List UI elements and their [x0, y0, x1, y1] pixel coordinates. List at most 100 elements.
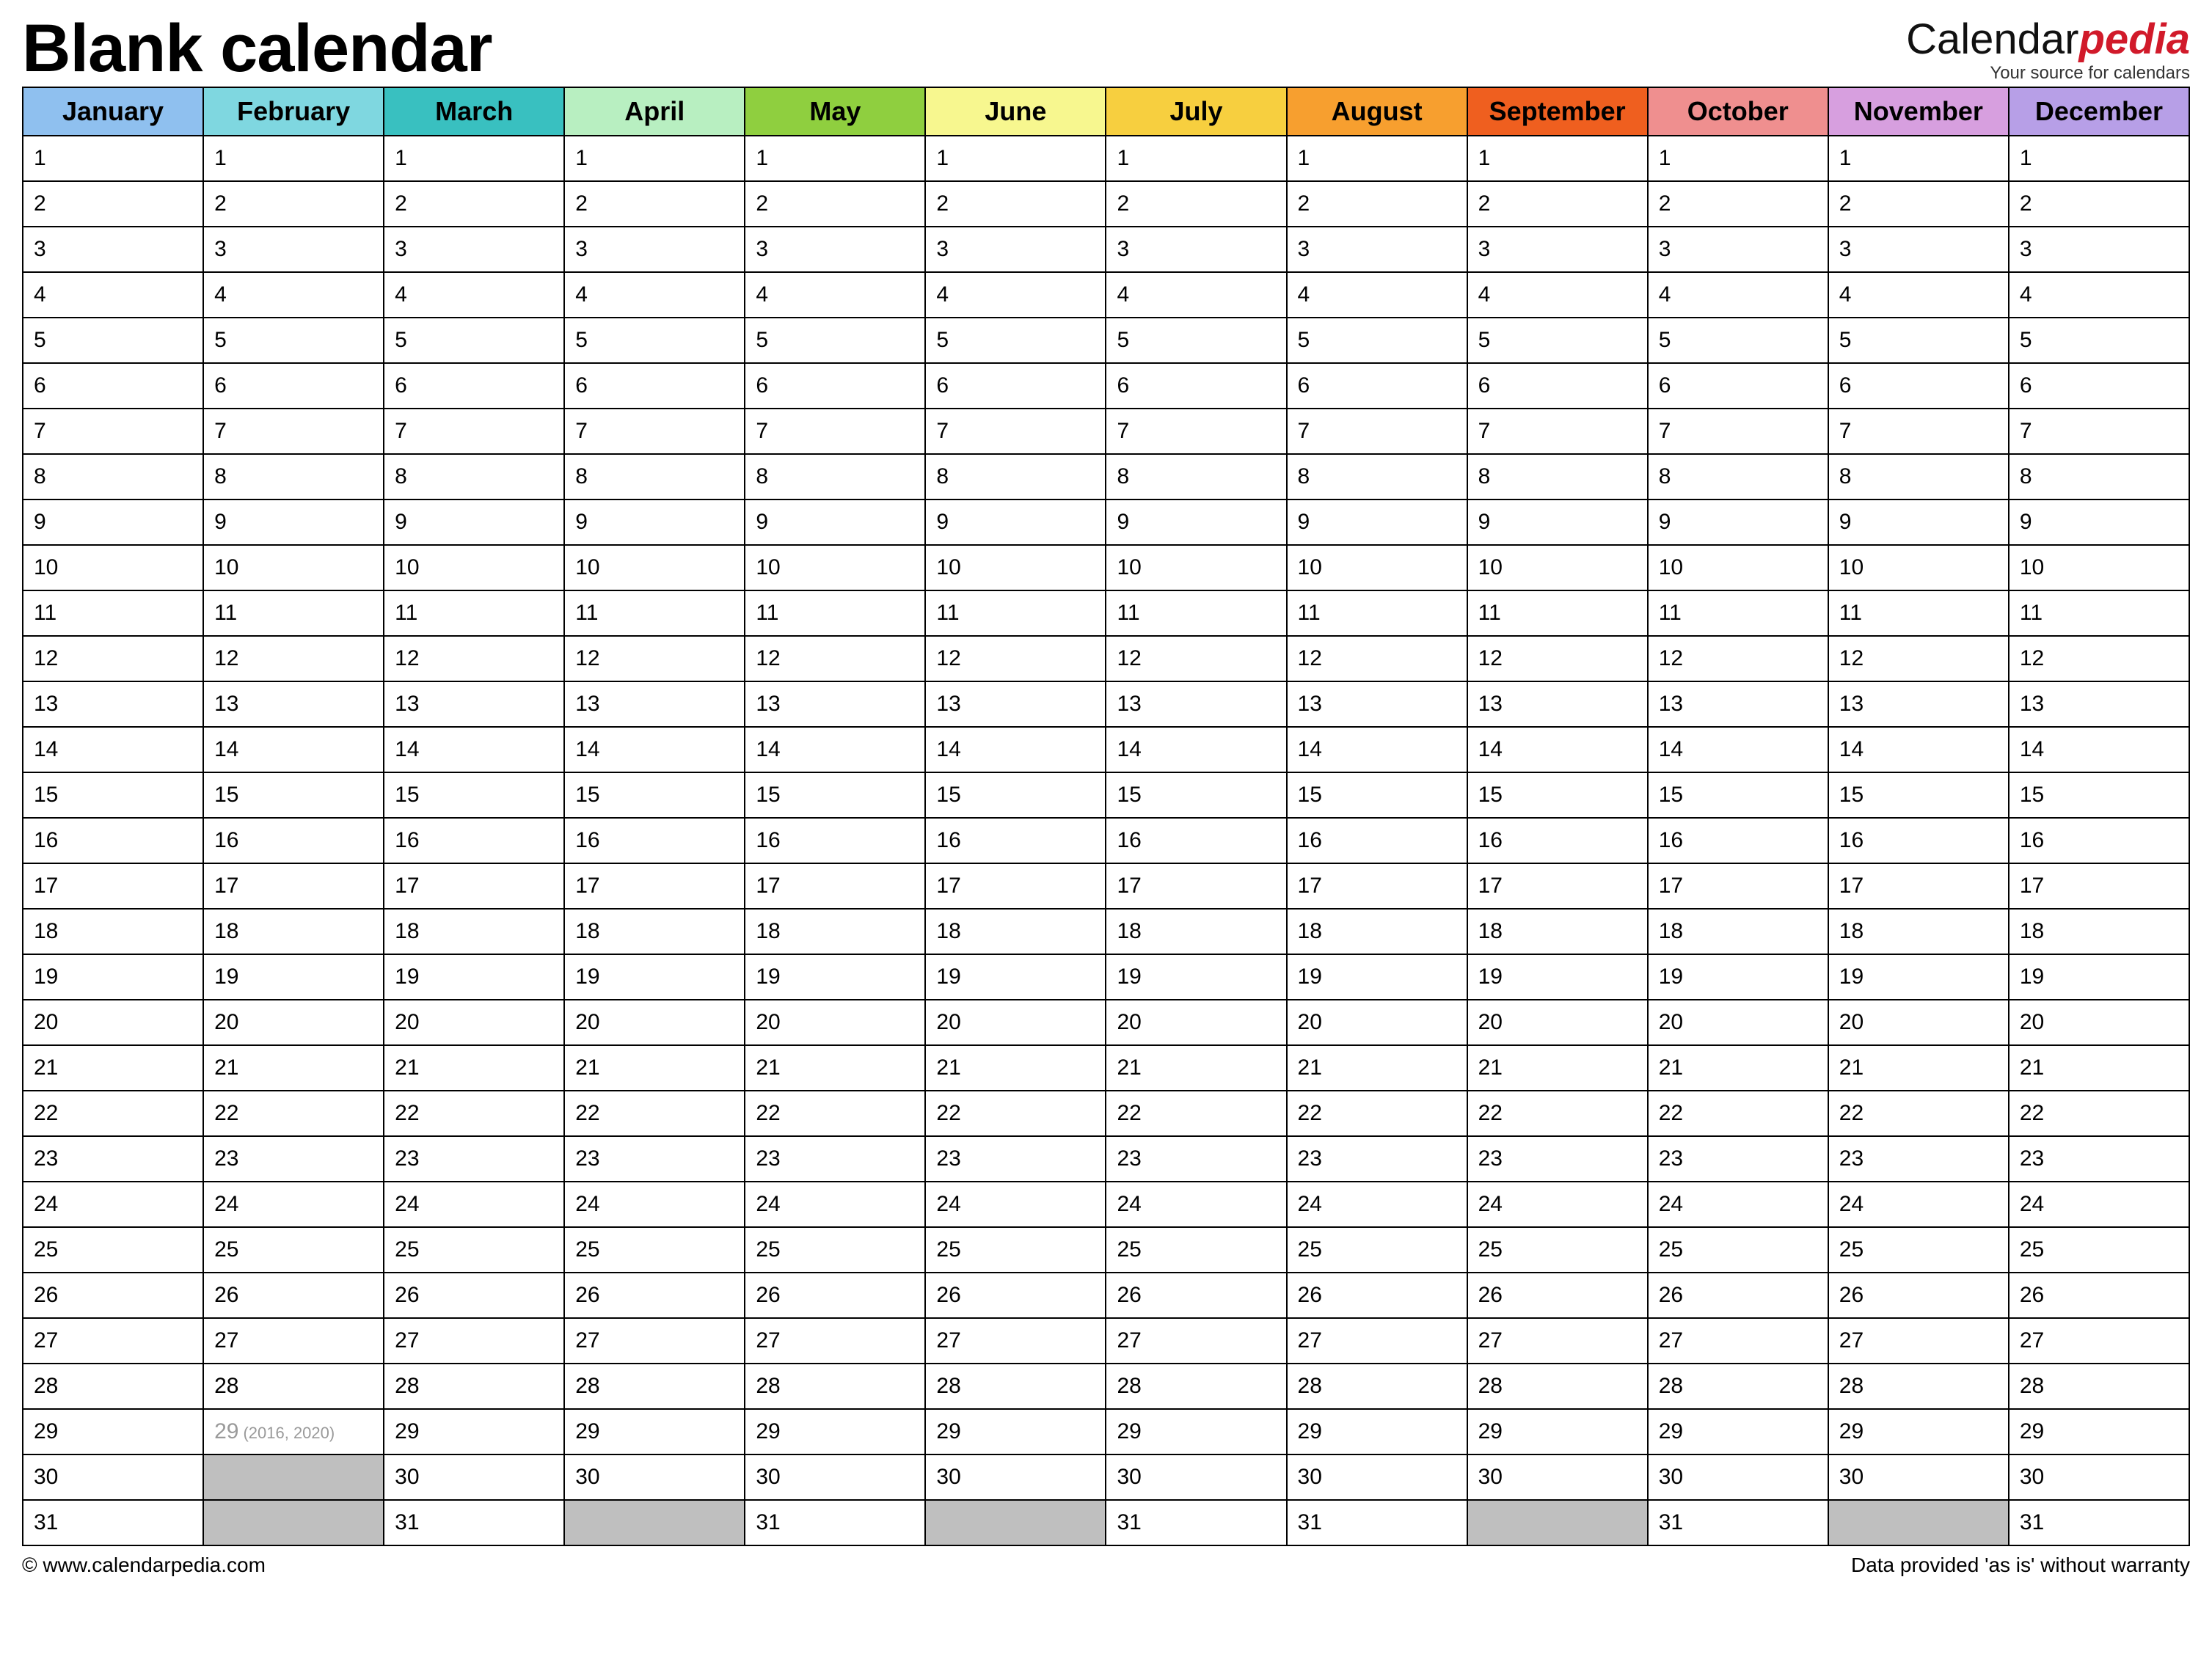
- calendar-cell: [203, 1454, 384, 1500]
- calendar-cell: 5: [1287, 318, 1467, 363]
- calendar-cell: 24: [384, 1182, 564, 1227]
- calendar-cell: [925, 1500, 1106, 1545]
- calendar-cell: 11: [1106, 590, 1286, 636]
- calendar-cell: 13: [1648, 681, 1828, 727]
- calendar-cell: 27: [1467, 1318, 1648, 1364]
- calendar-cell: 20: [1648, 1000, 1828, 1045]
- calendar-cell: 22: [23, 1091, 203, 1136]
- calendar-cell: 8: [203, 454, 384, 500]
- calendar-cell: 11: [1828, 590, 2009, 636]
- calendar-cell: 26: [384, 1273, 564, 1318]
- calendar-row: 191919191919191919191919: [23, 954, 2189, 1000]
- calendar-cell: 21: [925, 1045, 1106, 1091]
- calendar-cell: 19: [23, 954, 203, 1000]
- calendar-cell: 24: [925, 1182, 1106, 1227]
- calendar-cell: 1: [1828, 136, 2009, 181]
- brand: Calendarpedia Your source for calendars: [1906, 18, 2190, 82]
- calendar-cell: 20: [384, 1000, 564, 1045]
- calendar-cell: 10: [1467, 545, 1648, 590]
- calendar-row: 31313131313131: [23, 1500, 2189, 1545]
- calendar-cell: 23: [745, 1136, 925, 1182]
- calendar-cell: 6: [384, 363, 564, 409]
- calendar-cell: 2: [1828, 181, 2009, 227]
- calendar-cell: 22: [1287, 1091, 1467, 1136]
- calendar-cell: 15: [1287, 772, 1467, 818]
- calendar-cell: 18: [23, 909, 203, 954]
- calendar-cell: 15: [1828, 772, 2009, 818]
- calendar-cell: 3: [1106, 227, 1286, 272]
- calendar-cell: 4: [1287, 272, 1467, 318]
- calendar-cell: 18: [1287, 909, 1467, 954]
- calendar-cell: 21: [23, 1045, 203, 1091]
- calendar-cell: 4: [1467, 272, 1648, 318]
- calendar-cell: 23: [1828, 1136, 2009, 1182]
- calendar-cell: 4: [1828, 272, 2009, 318]
- calendar-cell: 2: [1467, 181, 1648, 227]
- calendar-cell: 21: [1828, 1045, 2009, 1091]
- footer-left: © www.calendarpedia.com: [22, 1554, 266, 1577]
- calendar-cell: 31: [1648, 1500, 1828, 1545]
- calendar-cell: 12: [925, 636, 1106, 681]
- calendar-cell: 25: [925, 1227, 1106, 1273]
- calendar-cell: 17: [1828, 863, 2009, 909]
- calendar-cell: 11: [1648, 590, 1828, 636]
- calendar-cell: 11: [1287, 590, 1467, 636]
- calendar-cell: 7: [564, 409, 745, 454]
- calendar-cell: 11: [203, 590, 384, 636]
- calendar-cell: 8: [1648, 454, 1828, 500]
- calendar-cell: 2: [384, 181, 564, 227]
- calendar-cell: 18: [384, 909, 564, 954]
- calendar-row: 3030303030303030303030: [23, 1454, 2189, 1500]
- calendar-cell: 7: [1648, 409, 1828, 454]
- calendar-cell: 24: [1648, 1182, 1828, 1227]
- calendar-cell: 17: [1467, 863, 1648, 909]
- calendar-cell: 3: [384, 227, 564, 272]
- calendar-cell: 28: [23, 1364, 203, 1409]
- calendar-row: 141414141414141414141414: [23, 727, 2189, 772]
- calendar-cell: 27: [384, 1318, 564, 1364]
- calendar-cell: 31: [384, 1500, 564, 1545]
- calendar-cell: 1: [203, 136, 384, 181]
- calendar-row: 333333333333: [23, 227, 2189, 272]
- calendar-cell: 30: [925, 1454, 1106, 1500]
- calendar-cell: 26: [564, 1273, 745, 1318]
- month-header: July: [1106, 87, 1286, 136]
- calendar-cell: 2: [564, 181, 745, 227]
- calendar-cell: 2: [745, 181, 925, 227]
- calendar-cell: 24: [2009, 1182, 2189, 1227]
- calendar-cell: 13: [1467, 681, 1648, 727]
- calendar-cell: 28: [203, 1364, 384, 1409]
- calendar-cell: 1: [564, 136, 745, 181]
- calendar-cell: 27: [1648, 1318, 1828, 1364]
- calendar-cell: 12: [1467, 636, 1648, 681]
- calendar-cell: 8: [1106, 454, 1286, 500]
- calendar-cell: 25: [2009, 1227, 2189, 1273]
- calendar-cell: 14: [1828, 727, 2009, 772]
- calendar-cell: 27: [925, 1318, 1106, 1364]
- calendar-cell: 8: [384, 454, 564, 500]
- calendar-cell: 23: [564, 1136, 745, 1182]
- calendar-cell: 25: [1106, 1227, 1286, 1273]
- calendar-cell: 31: [23, 1500, 203, 1545]
- calendar-cell: 9: [384, 500, 564, 545]
- calendar-cell: 28: [1467, 1364, 1648, 1409]
- calendar-cell: 24: [1828, 1182, 2009, 1227]
- calendar-cell: 21: [1287, 1045, 1467, 1091]
- calendar-cell: 19: [564, 954, 745, 1000]
- calendar-cell: 17: [23, 863, 203, 909]
- calendar-cell: 19: [1106, 954, 1286, 1000]
- calendar-cell: 2: [1287, 181, 1467, 227]
- calendar-row: 111111111111: [23, 136, 2189, 181]
- calendar-cell: 20: [745, 1000, 925, 1045]
- calendar-cell: 13: [1287, 681, 1467, 727]
- calendar-cell: 18: [1106, 909, 1286, 954]
- calendar-cell: 11: [1467, 590, 1648, 636]
- calendar-cell: 17: [1648, 863, 1828, 909]
- calendar-cell: 31: [1287, 1500, 1467, 1545]
- brand-logo: Calendarpedia: [1906, 18, 2190, 62]
- calendar-cell: 20: [23, 1000, 203, 1045]
- calendar-cell: 24: [203, 1182, 384, 1227]
- calendar-cell: 10: [1648, 545, 1828, 590]
- calendar-cell: 5: [1106, 318, 1286, 363]
- calendar-cell: 23: [23, 1136, 203, 1182]
